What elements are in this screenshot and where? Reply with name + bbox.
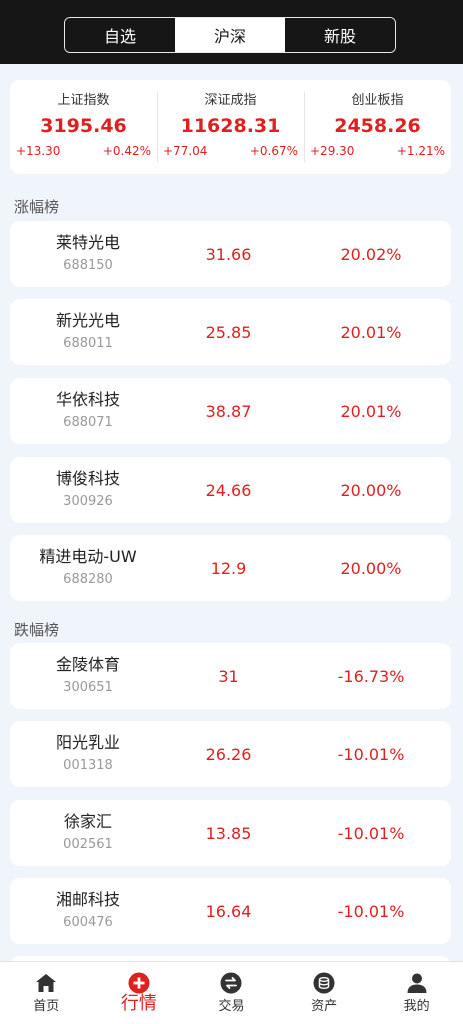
stock-percent: 20.01% <box>340 322 402 342</box>
stock-row[interactable]: 精进电动-UW 688280 12.9 20.00% <box>10 535 451 601</box>
index-percent: +0.67% <box>249 144 298 158</box>
index-name: 上证指数 <box>57 93 110 108</box>
index-name: 创业板指 <box>351 93 404 108</box>
stock-percent: -16.73% <box>337 666 405 686</box>
nav-trade[interactable]: 交易 <box>185 962 278 1024</box>
stock-name: 新光光电 <box>55 311 120 330</box>
bottom-nav: 首页 行情 交易 资产 我的 <box>0 961 463 1024</box>
tab-new-stocks[interactable]: 新股 <box>285 18 395 52</box>
market-segmented-control: 自选 沪深 新股 <box>64 17 396 53</box>
assets-icon <box>313 972 335 994</box>
stock-row[interactable]: 金陵体育 300651 31 -16.73% <box>10 643 451 709</box>
index-percent: +1.21% <box>396 144 445 158</box>
stock-price: 26.26 <box>205 744 252 764</box>
nav-assets[interactable]: 资产 <box>278 962 371 1024</box>
index-szse-component[interactable]: 深证成指 11628.31 +77.04 +0.67% <box>157 80 304 174</box>
stock-row[interactable]: 莱特光电 688150 31.66 20.02% <box>10 221 451 287</box>
stock-percent: 20.02% <box>340 244 402 264</box>
index-percent: +0.42% <box>102 144 151 158</box>
index-value: 11628.31 <box>180 115 281 137</box>
index-summary-card: 上证指数 3195.46 +13.30 +0.42% 深证成指 11628.31… <box>10 80 451 174</box>
nav-label: 首页 <box>33 999 60 1014</box>
index-name: 深证成指 <box>204 93 257 108</box>
index-value: 3195.46 <box>40 115 127 137</box>
stock-price: 16.64 <box>205 901 252 921</box>
stock-name: 湘邮科技 <box>55 890 120 909</box>
stock-name: 徐家汇 <box>63 812 112 831</box>
stock-row[interactable]: 华依科技 688071 38.87 20.01% <box>10 378 451 444</box>
losers-section-title: 跌幅榜 <box>14 621 60 639</box>
stock-code: 688150 <box>63 258 113 273</box>
index-change: +13.30 <box>16 144 61 158</box>
stock-price: 31 <box>218 666 239 686</box>
home-icon <box>36 974 57 992</box>
stock-name: 华依科技 <box>55 390 120 409</box>
index-value: 2458.26 <box>334 115 421 137</box>
top-header: 自选 沪深 新股 <box>0 0 463 64</box>
stock-name: 金陵体育 <box>55 655 120 674</box>
profile-icon <box>407 973 427 993</box>
nav-label: 我的 <box>403 999 430 1014</box>
stock-name: 博俊科技 <box>55 469 120 488</box>
nav-label: 交易 <box>218 999 245 1014</box>
nav-label: 资产 <box>311 999 338 1014</box>
stock-percent: 20.00% <box>340 480 402 500</box>
stock-code: 688011 <box>63 336 113 351</box>
stock-code: 002561 <box>63 837 113 852</box>
stock-percent: -10.01% <box>337 823 405 843</box>
stock-name: 精进电动-UW <box>39 547 137 566</box>
index-chinext[interactable]: 创业板指 2458.26 +29.30 +1.21% <box>304 80 451 174</box>
nav-label: 行情 <box>120 993 157 1014</box>
stock-code: 300651 <box>63 680 113 695</box>
nav-market[interactable]: 行情 <box>93 962 186 1024</box>
stock-row[interactable]: 博俊科技 300926 24.66 20.00% <box>10 457 451 523</box>
stock-row[interactable]: 阳光乳业 001318 26.26 -10.01% <box>10 721 451 787</box>
stock-code: 300926 <box>63 494 113 509</box>
exchange-icon <box>220 972 242 994</box>
nav-profile[interactable]: 我的 <box>370 962 463 1024</box>
stock-row[interactable]: 湘邮科技 600476 16.64 -10.01% <box>10 878 451 944</box>
gainers-section-title: 涨幅榜 <box>14 198 60 216</box>
index-change: +77.04 <box>163 144 208 158</box>
stock-price: 12.9 <box>210 558 247 578</box>
stock-percent: 20.00% <box>340 558 402 578</box>
tab-shanghai-shenzhen[interactable]: 沪深 <box>175 18 285 52</box>
stock-name: 阳光乳业 <box>55 733 120 752</box>
stock-percent: -10.01% <box>337 901 405 921</box>
stock-code: 688071 <box>63 415 113 430</box>
stock-price: 25.85 <box>205 322 252 342</box>
stock-row[interactable]: 徐家汇 002561 13.85 -10.01% <box>10 800 451 866</box>
nav-home[interactable]: 首页 <box>0 962 93 1024</box>
stock-code: 600476 <box>63 915 113 930</box>
index-change: +29.30 <box>310 144 355 158</box>
index-sse-composite[interactable]: 上证指数 3195.46 +13.30 +0.42% <box>10 80 157 174</box>
tab-watchlist[interactable]: 自选 <box>65 18 175 52</box>
stock-row[interactable]: 新光光电 688011 25.85 20.01% <box>10 299 451 365</box>
stock-percent: -10.01% <box>337 744 405 764</box>
stock-code: 001318 <box>63 758 113 773</box>
stock-percent: 20.01% <box>340 401 402 421</box>
stock-code: 688280 <box>63 572 113 587</box>
stock-price: 31.66 <box>205 244 252 264</box>
stock-price: 24.66 <box>205 480 252 500</box>
market-icon <box>128 972 150 994</box>
stock-price: 38.87 <box>205 401 252 421</box>
stock-name: 莱特光电 <box>55 233 120 252</box>
stock-price: 13.85 <box>205 823 252 843</box>
